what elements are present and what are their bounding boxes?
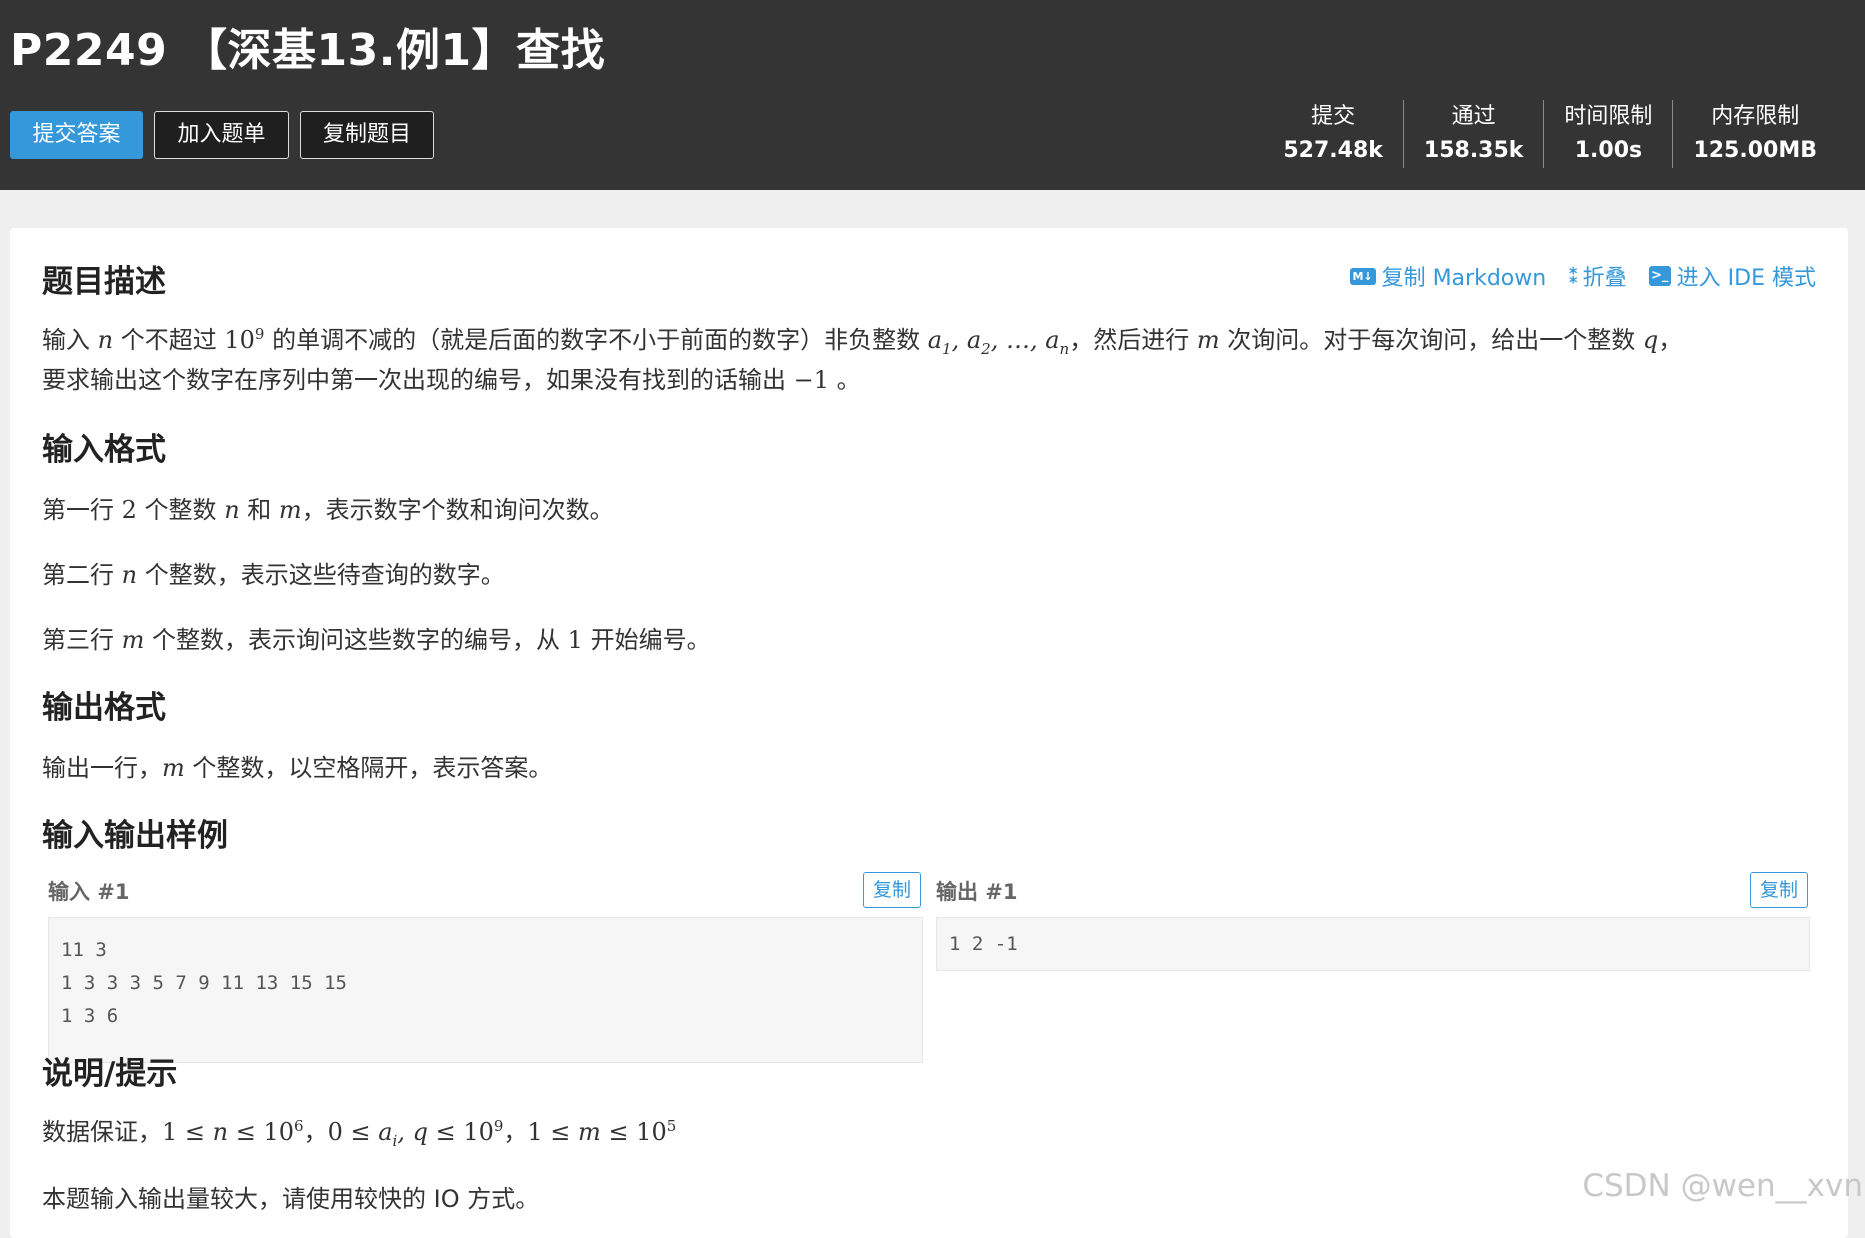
ide-mode-link[interactable]: >_ 进入 IDE 模式 [1648,260,1816,292]
sample-input-label: 输入 #1 [48,880,130,904]
stat-value: 1.00s [1574,138,1643,163]
content-toolbar: M↓ 复制 Markdown ⁑ 折叠 >_ 进入 IDE 模式 [1349,260,1816,292]
description-heading: 题目描述 [42,264,166,300]
problem-content-card: M↓ 复制 Markdown ⁑ 折叠 >_ 进入 IDE 模式 题目描述 输入… [10,228,1848,1238]
ide-mode-label: 进入 IDE 模式 [1676,266,1816,291]
copy-sample-input-button[interactable]: 复制 [863,872,921,908]
sample-output-label: 输出 #1 [936,880,1018,904]
markdown-icon: M↓ [1349,267,1376,285]
stat-accepted: 通过 158.35k [1402,100,1544,168]
hint-heading: 说明/提示 [42,1056,178,1092]
hint-constraints: 数据保证，1 ≤ n ≤ 106，0 ≤ ai, q ≤ 109，1 ≤ m ≤… [42,1117,677,1150]
stat-label: 通过 [1451,104,1496,129]
csdn-watermark: CSDN @wen__xvn [1582,1168,1863,1204]
copy-problem-button[interactable]: 复制题目 [300,111,434,159]
stat-value: 125.00MB [1693,138,1817,163]
stat-label: 时间限制 [1564,104,1653,129]
fold-link[interactable]: ⁑ 折叠 [1568,260,1626,292]
sample-output-box: 1 2 -1 [936,917,1810,971]
problem-title: P2249 【深基13.例1】查找 [10,25,606,76]
submit-answer-button[interactable]: 提交答案 [10,111,143,159]
input-format-line-3: 第三行 m 个整数，表示询问这些数字的编号，从 1 开始编号。 [42,626,711,654]
input-format-line-1: 第一行 2 个整数 n 和 m，表示数字个数和询问次数。 [42,496,614,524]
stat-label: 提交 [1311,104,1356,129]
problem-stats: 提交 527.48k 通过 158.35k 时间限制 1.00s 内存限制 12… [1263,100,1837,168]
copy-markdown-label: 复制 Markdown [1381,266,1547,291]
add-to-list-button[interactable]: 加入题单 [154,111,289,159]
output-format-heading: 输出格式 [42,690,166,726]
input-format-heading: 输入格式 [42,432,166,468]
input-format-line-2: 第二行 n 个整数，表示这些待查询的数字。 [42,561,505,589]
hint-io-note: 本题输入输出量较大，请使用较快的 IO 方式。 [42,1185,540,1213]
stat-time-limit: 时间限制 1.00s [1543,100,1672,168]
fold-icon: ⁑ [1568,264,1579,288]
description-line-2: 要求输出这个数字在序列中第一次出现的编号，如果没有找到的话输出 −1 。 [42,366,861,394]
stat-memory-limit: 内存限制 125.00MB [1672,100,1837,168]
terminal-icon: >_ [1648,266,1671,286]
copy-markdown-link[interactable]: M↓ 复制 Markdown [1349,260,1547,292]
fold-label: 折叠 [1582,266,1627,291]
sample-input-box: 11 3 1 3 3 3 5 7 9 11 13 15 15 1 3 6 [48,917,923,1063]
samples-heading: 输入输出样例 [42,818,228,854]
description-line-1: 输入 n 个不超过 109 的单调不减的（就是后面的数字不小于前面的数字）非负整… [42,325,1683,358]
stat-value: 527.48k [1283,138,1383,163]
copy-sample-output-button[interactable]: 复制 [1750,872,1808,908]
problem-header: P2249 【深基13.例1】查找 提交答案 加入题单 复制题目 提交 527.… [0,0,1865,190]
stat-label: 内存限制 [1711,104,1800,129]
stat-submissions: 提交 527.48k [1263,100,1403,168]
output-format-line: 输出一行，m 个整数，以空格隔开，表示答案。 [42,754,553,782]
stat-value: 158.35k [1423,138,1524,163]
